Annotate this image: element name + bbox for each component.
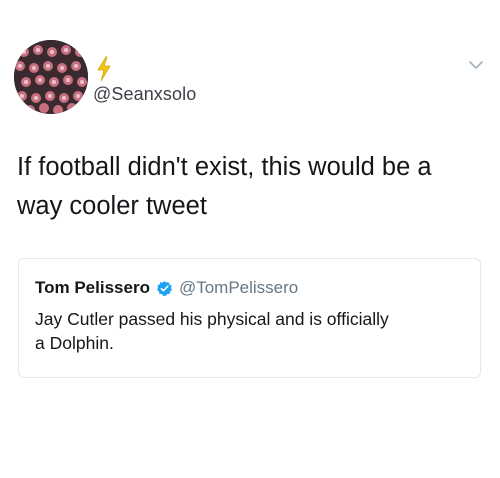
quoted-tweet-header: Tom Pelissero @TomPelissero — [35, 278, 298, 298]
chevron-down-icon[interactable] — [467, 56, 485, 74]
quoted-tweet-text-line: Jay Cutler passed his physical and is of… — [35, 309, 389, 329]
quoted-tweet-card[interactable]: Tom Pelissero @TomPelissero Jay Cutler p… — [18, 258, 481, 378]
quoted-author-name[interactable]: Tom Pelissero — [35, 278, 150, 298]
tweet-text-line: If football didn't exist, this would be … — [17, 153, 432, 181]
lightning-bolt-icon — [97, 56, 111, 82]
tweet-text-line: way cooler tweet — [17, 192, 207, 220]
quoted-tweet-text-line: a Dolphin. — [35, 333, 114, 353]
avatar-image — [14, 40, 88, 114]
avatar[interactable] — [14, 40, 88, 114]
tweet: @Seanxsolo If football didn't exist, thi… — [0, 0, 500, 478]
verified-badge-icon — [157, 280, 172, 296]
quoted-tweet-text: Jay Cutler passed his physical and is of… — [35, 307, 465, 355]
author-handle[interactable]: @Seanxsolo — [93, 84, 196, 105]
tweet-text: If football didn't exist, this would be … — [17, 148, 487, 226]
quoted-author-handle[interactable]: @TomPelissero — [179, 278, 298, 298]
